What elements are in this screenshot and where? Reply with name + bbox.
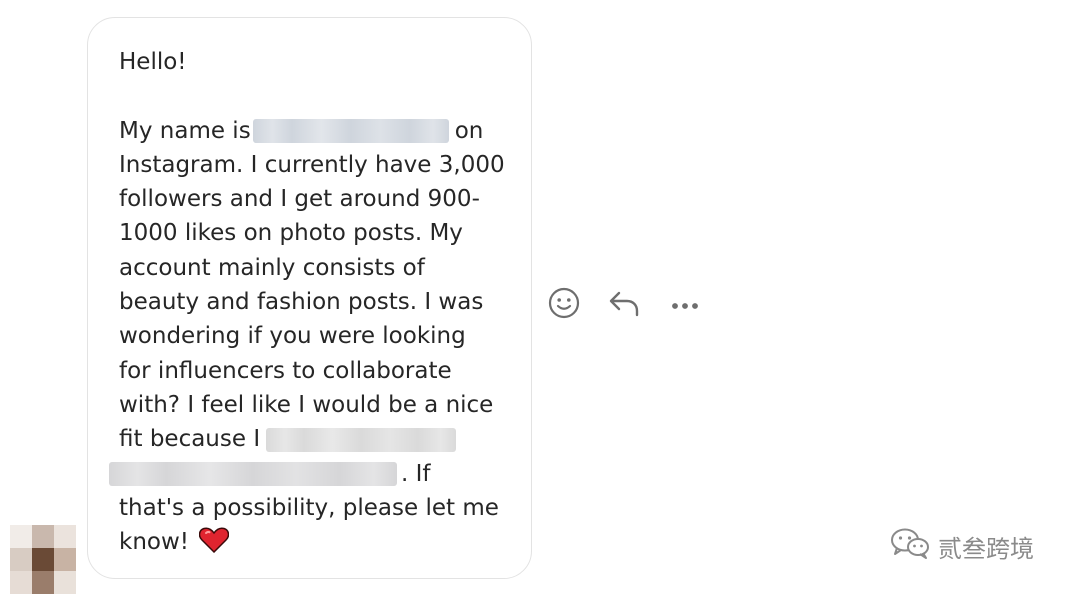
message-line: know! (119, 529, 189, 556)
smiley-icon (547, 286, 581, 324)
redacted-blur (252, 119, 449, 144)
more-button[interactable] (666, 287, 704, 323)
more-dots-icon (670, 296, 700, 315)
message-line: on (454, 117, 484, 144)
message-line: followers and I get around 900- (119, 186, 480, 213)
watermark-text: 贰叁跨境 (938, 534, 1034, 563)
message-line: for influencers to collaborate (119, 357, 452, 384)
reply-arrow-icon (607, 287, 641, 323)
message-line: 1000 likes on photo posts. My (119, 220, 463, 247)
avatar[interactable] (10, 525, 76, 594)
watermark: 贰叁跨境 (888, 528, 1034, 564)
message-bubble[interactable]: Hello! My name is on Instagram. I current… (87, 17, 532, 579)
message-greeting: Hello! (119, 49, 187, 75)
message-line: account mainly consists of (119, 254, 425, 281)
redacted-blur (109, 462, 397, 487)
message-line: beauty and fashion posts. I was (119, 289, 484, 316)
message-line: wondering if you were looking (119, 323, 466, 350)
redacted-blur (266, 427, 457, 452)
heart-emoji-icon (198, 527, 230, 553)
message-text: Hello! My name is on Instagram. I current… (109, 45, 505, 559)
message-line: . If (401, 460, 431, 487)
react-button[interactable] (545, 287, 583, 323)
message-line: that's a possibility, please let me (119, 494, 499, 521)
wechat-icon (888, 526, 932, 566)
message-line: with? I feel like I would be a nice (119, 391, 494, 418)
message-line: My name is (119, 117, 251, 144)
message-line: fit because I (119, 426, 261, 453)
message-line: Instagram. I currently have 3,000 (119, 151, 505, 178)
reply-button[interactable] (605, 287, 643, 323)
